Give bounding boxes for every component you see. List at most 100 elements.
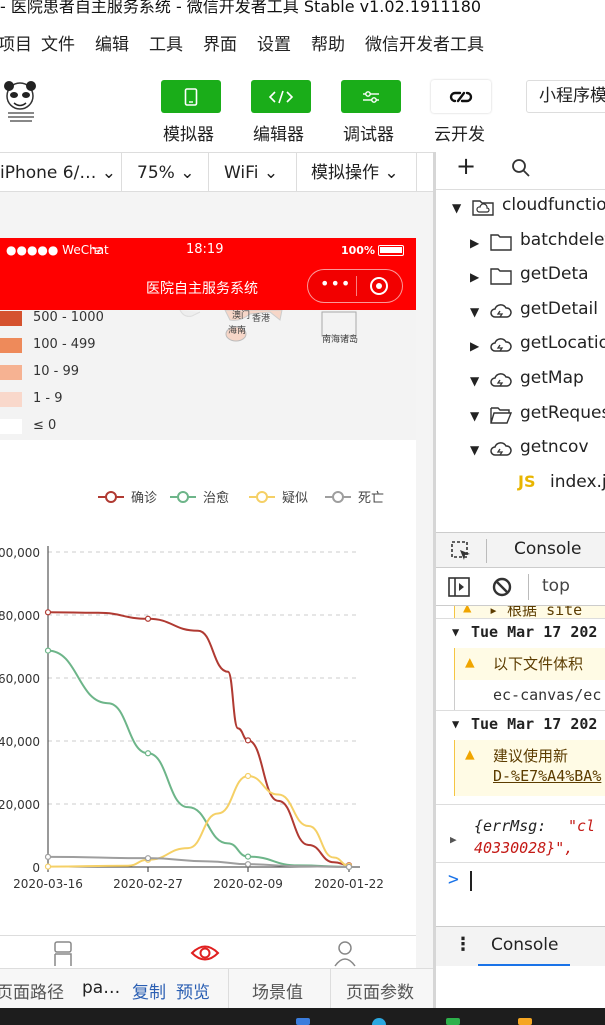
console-prompt[interactable]: > [436,862,605,902]
legend-label: 死亡 [358,491,384,506]
menu-settings[interactable]: 设置 [257,30,291,55]
cloud-folder-icon [472,198,494,221]
device-select[interactable]: iPhone 6/… ⌄ [0,153,122,193]
cloud-dev-button[interactable] [431,80,491,113]
warn-row[interactable]: ▲ 建议使用新 D-%E7%A4%BA% [454,740,605,796]
phone-nav-bar: 医院自主服务系统 ••• [0,264,416,310]
warn-row[interactable]: ▲ 以下文件体积 [454,648,605,680]
close-capsule-icon[interactable] [370,277,388,295]
legend-label: 治愈 [203,491,229,506]
editor-button[interactable] [251,80,311,113]
device-select-value: iPhone 6/… [0,163,97,183]
menu-interface[interactable]: 界面 [203,30,237,55]
log-row: ec-canvas/ec [454,680,605,710]
console-input[interactable] [470,871,472,891]
legend-marker [177,491,189,503]
menu-help[interactable]: 帮助 [311,30,345,55]
menu-file[interactable]: 文件 [41,30,75,55]
data-point [345,863,353,871]
map-label-macau: 澳门 [232,311,251,321]
zoom-select[interactable]: 75% ⌄ [122,153,209,193]
inspect-icon[interactable] [450,540,472,562]
simulator-button[interactable] [161,80,221,113]
cloud-icon [490,440,512,463]
copy-link[interactable]: 复制 [132,978,166,1003]
scene-value-label[interactable]: 场景值 [252,978,303,1003]
taskbar-app-icon[interactable] [372,1018,386,1025]
log-group[interactable]: ▼ Tue Mar 17 202 [436,618,605,648]
taskbar-app-icon[interactable] [518,1018,532,1025]
battery-percent: 100% [341,244,375,257]
legend-label: 100 - 499 [33,337,96,352]
drawer-tab-console[interactable]: Console [491,935,559,955]
caret-down-icon[interactable]: ▼ [470,305,479,319]
battery-icon [378,245,404,256]
caret-down-icon[interactable]: ▼ [470,374,479,388]
caret-right-icon[interactable]: ▶ [470,236,479,250]
tree-item-label: cloudfunction [502,195,605,215]
cloud-icon [490,336,512,359]
data-point [44,647,52,654]
menu-project[interactable]: 项目 [0,30,32,55]
window-title: - 医院患者自主服务系统 - 微信开发者工具 Stable v1.02.1911… [0,0,605,22]
add-icon[interactable]: + [456,152,476,180]
caret-down-icon[interactable]: ▼ [470,409,479,423]
menu-edit[interactable]: 编辑 [95,30,129,55]
map-label-south-sea: 南海诸岛 [322,335,359,345]
more-dots-icon[interactable]: ••• [320,274,351,293]
data-point [244,737,252,744]
taskbar-app-icon[interactable] [296,1018,310,1025]
caret-right-icon[interactable]: ▶ [470,339,479,353]
data-point [244,853,252,860]
data-point [244,861,252,868]
sidebar-toggle-icon[interactable] [448,577,470,597]
mode-select[interactable]: 小程序模 [526,80,605,113]
trend-chart: 100,000 80,000 60,000 40,000 20,000 0 2020-03-… [0,490,384,891]
debugger-button[interactable] [341,80,401,113]
eye-tab-icon[interactable] [190,942,220,964]
page-info-bar: 页面路径 pa… 复制 预览 场景值 页面参数 [0,968,433,1009]
caret-down-icon[interactable]: ▼ [452,201,461,215]
x-tick-label: 2020-03-16 [13,877,83,891]
log-text: 建议使用新 [493,747,569,765]
file-tree: ▼ cloudfunction ▶ batchdelete ▶ getDeta ▼ getDe… [436,195,605,518]
editor-panel: + ▼ cloudfunction ▶ batchdelete ▶ getDeta ▼ get… [436,152,605,1008]
menu-tools[interactable]: 工具 [149,30,183,55]
search-icon[interactable] [511,158,531,178]
tree-item-label: getDetail [520,298,598,319]
hospital-tab-icon[interactable] [52,940,74,968]
clear-console-icon[interactable] [492,577,512,597]
avatar[interactable] [0,80,44,130]
chevron-down-icon: ⌄ [180,163,195,183]
tab-console[interactable]: Console [514,539,582,559]
tree-item-label: getReques [520,402,605,423]
map-label-hainan: 海南 [228,326,247,336]
preview-link[interactable]: 预览 [176,978,210,1003]
operation-select[interactable]: 模拟操作 ⌄ [297,153,417,193]
chevron-down-icon: ⌄ [263,163,279,183]
log-group[interactable]: ▼ Tue Mar 17 202 [436,710,605,740]
user-tab-icon[interactable] [333,940,357,968]
log-text: ec-canvas/ec [493,686,602,704]
series-line-确诊 [47,611,350,867]
debugger-label: 调试器 [343,125,394,145]
tree-item-label: getncov [520,437,589,458]
caret-right-icon[interactable]: ▶ [470,270,479,284]
series-line-疑似 [47,774,350,868]
legend-swatch [0,311,22,326]
cloud-dev-label: 云开发 [434,125,485,145]
log-object[interactable]: {errMsg: "cl 40330028}", ▶ [436,804,605,862]
cloud-icon [490,371,512,394]
more-vertical-icon[interactable]: ⋮ [454,934,472,955]
page-params-label[interactable]: 页面参数 [346,978,414,1003]
log-link[interactable]: D-%E7%A4%BA% [493,767,601,785]
caret-down-icon[interactable]: ▼ [470,443,479,457]
menu-wechat-devtools[interactable]: 微信开发者工具 [365,30,484,55]
legend-label: 10 - 99 [33,364,80,379]
network-select[interactable]: WiFi ⌄ [209,153,297,193]
taskbar-app-icon[interactable] [446,1018,460,1025]
series-line-治愈 [47,649,350,868]
log-text: 以下文件体积 [493,655,584,673]
context-select[interactable]: top [542,576,570,596]
y-tick-label: 80,000 [0,609,40,623]
